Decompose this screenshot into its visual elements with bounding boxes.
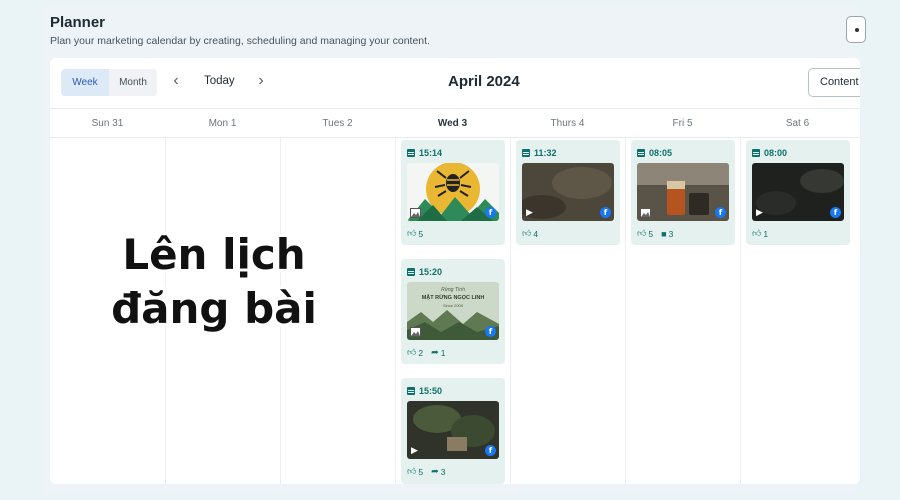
post-time: 08:00 [752,148,787,158]
post-time: 15:14 [407,148,442,158]
post-time: 11:32 [522,148,557,158]
view-toggle: Week Month [61,69,157,96]
day-header: Mon 1 [208,118,237,129]
calendar-icon [637,149,645,157]
post-time-label: 15:14 [419,148,443,158]
column-divider [625,138,626,484]
calendar-icon [522,149,530,157]
post-time: 15:50 [407,386,442,396]
facebook-icon: f [830,207,841,218]
image-icon [410,208,421,218]
calendar-icon [407,387,415,395]
post-time: 15:20 [407,267,442,277]
day-header: Sun 31 [91,118,124,129]
like-icon: 👍︎ [522,228,532,238]
like-icon: 👍︎ [407,466,417,476]
shares-count: 1 [440,347,446,358]
facebook-icon: f [600,207,611,218]
page-title: Planner [50,14,106,31]
day-header: Tues 2 [322,118,353,129]
image-icon [640,208,651,218]
calendar-icon [407,149,415,157]
play-icon: ▶ [756,207,763,217]
post-time-label: 11:32 [534,148,557,158]
post-stats: 👍︎ 4 [522,228,538,239]
scheduled-post[interactable]: 11:32 ▶ f 👍︎ 4 [516,140,620,245]
post-time-label: 08:05 [649,148,673,158]
play-icon: ▶ [411,445,418,455]
likes-count: 1 [763,228,769,239]
post-stats: 👍︎ 2 ➦ 1 [407,347,445,358]
overlay-caption: Lên lịch đăng bài [94,228,334,336]
likes-count: 5 [418,466,424,477]
month-title: April 2024 [448,73,520,90]
share-icon: ➦ [431,347,439,357]
post-time-label: 15:50 [419,386,443,396]
next-week-icon[interactable]: › [252,72,270,92]
post-thumbnail[interactable]: ▶ f [752,163,844,221]
thumb-sub-text: Since 2009 [442,303,463,308]
play-icon: ▶ [526,207,533,217]
facebook-icon: f [485,326,496,337]
likes-count: 2 [418,347,424,358]
page-subtitle: Plan your marketing calendar by creating… [50,35,430,47]
today-button[interactable]: Today [204,75,235,87]
day-header: Wed 3 [437,118,468,129]
thumb-small-text: Rừng Tình [441,287,465,293]
facebook-icon: f [485,207,496,218]
post-thumbnail[interactable]: ▶ f [522,163,614,221]
like-icon: 👍︎ [407,347,417,357]
calendar-icon [752,149,760,157]
overlay-line-1: Lên lịch [122,230,306,279]
content-button[interactable]: Content [808,68,860,97]
post-thumbnail[interactable]: ▶ f [407,401,499,459]
page-header: Planner Plan your marketing calendar by … [50,14,430,47]
day-header: Sat 6 [785,118,810,129]
comments-count: 3 [668,228,674,239]
facebook-icon: f [715,207,726,218]
day-header: Thurs 4 [550,118,585,129]
comment-icon: ■ [661,228,667,239]
likes-count: 4 [533,228,539,239]
scheduled-post[interactable]: 08:00 ▶ f 👍︎ 1 [746,140,850,245]
post-thumbnail[interactable]: f [407,163,499,221]
post-stats: 👍︎ 5 [407,228,423,239]
image-icon [410,327,421,337]
scheduled-post[interactable]: 15:20 Rừng Tình MẬT RỪNG NGỌC LINH Since… [401,259,505,364]
column-divider [395,138,396,484]
column-divider [510,138,511,484]
overlay-line-2: đăng bài [111,284,317,333]
scheduled-post[interactable]: 15:50 ▶ f 👍︎ 5 ➦ 3 [401,378,505,484]
day-header-row: Sun 31 Mon 1 Tues 2 Wed 3 Thurs 4 Fri 5 … [50,108,860,138]
calendar-icon [407,268,415,276]
prev-week-icon[interactable]: ‹ [167,72,185,92]
share-icon: ➦ [431,466,439,476]
likes-count: 5 [418,228,424,239]
post-thumbnail[interactable]: Rừng Tình MẬT RỪNG NGỌC LINH Since 2009 … [407,282,499,340]
like-icon: 👍︎ [407,228,417,238]
like-icon: 👍︎ [637,228,647,238]
like-icon: 👍︎ [752,228,762,238]
more-options-button[interactable] [846,16,866,43]
scheduled-post[interactable]: 15:14 f 👍︎ 5 [401,140,505,245]
likes-count: 5 [648,228,654,239]
week-view-button[interactable]: Week [61,69,109,96]
month-view-button[interactable]: Month [109,69,157,96]
facebook-icon: f [485,445,496,456]
post-time-label: 08:00 [764,148,788,158]
post-stats: 👍︎ 1 [752,228,768,239]
shares-count: 3 [440,466,446,477]
post-stats: 👍︎ 5 ➦ 3 [407,466,445,477]
day-header: Fri 5 [672,118,693,129]
thumb-main-text: MẬT RỪNG NGỌC LINH [421,295,485,301]
post-time-label: 15:20 [419,267,443,277]
post-time: 08:05 [637,148,672,158]
scheduled-post[interactable]: 08:05 f 👍︎ 5 ■ 3 [631,140,735,245]
post-thumbnail[interactable]: f [637,163,729,221]
calendar-toolbar: Week Month ‹ Today › April 2024 Content [50,58,860,108]
post-stats: 👍︎ 5 ■ 3 [637,228,673,239]
column-divider [740,138,741,484]
